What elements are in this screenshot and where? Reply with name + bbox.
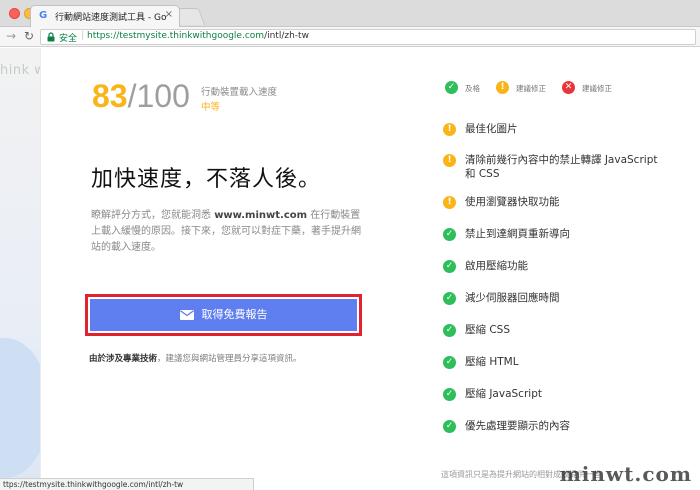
address-bar[interactable]: 安全 | https://testmysite.thinkwithgoogle.… [40, 29, 696, 45]
check-icon: ✓ [443, 420, 456, 433]
close-window-button[interactable] [9, 8, 20, 19]
background-page-edge [0, 48, 50, 490]
rule-label: 壓縮 HTML [465, 356, 519, 368]
speed-score: 83/100 [92, 78, 190, 114]
rule-label: 啟用壓縮功能 [465, 260, 528, 272]
score-value: 83 [92, 78, 128, 114]
check-icon: ✓ [443, 228, 456, 241]
legend-label: 及格 [465, 84, 480, 93]
url-host: https://testmysite.thinkwithgoogle.com [87, 31, 265, 41]
rule-label: 最佳化圖片 [465, 123, 518, 135]
google-favicon-icon: G [39, 10, 48, 21]
tab-title: 行動網站速度測試工具 - Google [55, 13, 167, 23]
rule-label: 減少伺服器回應時間 [465, 292, 560, 304]
exclamation-icon: ! [443, 196, 456, 209]
url-separator: | [81, 30, 85, 41]
check-icon: ✓ [445, 81, 458, 94]
exclamation-icon: ! [443, 154, 456, 167]
status-bar-url: ttps://testmysite.thinkwithgoogle.com/in… [0, 478, 254, 490]
legend-label: 建議修正 [516, 84, 546, 93]
description-site: www.minwt.com [214, 210, 308, 221]
check-icon: ✓ [443, 388, 456, 401]
score-total: /100 [127, 78, 190, 114]
rule-label: 優先處理要顯示的內容 [465, 420, 570, 432]
lock-icon [47, 32, 55, 42]
rule-label: 使用瀏覽器快取功能 [465, 196, 560, 208]
x-icon: ✕ [562, 81, 575, 94]
cta-highlight-frame: 取得免費報告 [85, 294, 362, 336]
description-before: 瞭解評分方式，您就能洞悉 [91, 210, 215, 221]
secure-label: 安全 [59, 34, 78, 44]
check-icon: ✓ [443, 292, 456, 305]
rule-label: 壓縮 CSS [465, 324, 510, 336]
headline: 加快速度，不落人後。 [91, 167, 322, 192]
exclamation-icon: ! [496, 81, 509, 94]
check-icon: ✓ [443, 324, 456, 337]
check-icon: ✓ [443, 260, 456, 273]
reload-icon[interactable]: ↻ [24, 29, 34, 43]
rule-label: 禁止到達網頁重新導向 [465, 228, 570, 240]
score-label: 行動裝置載入速度 [201, 87, 278, 98]
check-icon: ✓ [443, 356, 456, 369]
note-text: 由於涉及專業技術，建議您與網站管理員分享這項資訊。 [89, 352, 302, 364]
watermark-logo: minwt.com [559, 462, 692, 486]
legend-label: 建議修正 [582, 84, 612, 93]
browser-tab[interactable]: G 行動網站速度測試工具 - Google × [30, 5, 180, 27]
tab-close-icon[interactable]: × [165, 9, 173, 20]
exclamation-icon: ! [443, 123, 456, 136]
rule-label: 壓縮 JavaScript [465, 388, 542, 400]
tab-bar: G 行動網站速度測試工具 - Google × [0, 0, 700, 27]
url-path: /intl/zh-tw [264, 31, 309, 41]
score-grade: 中等 [201, 102, 221, 113]
cta-label: 取得免費報告 [201, 308, 268, 321]
background-partial-text: hink w [0, 63, 46, 78]
note-rest: ，建議您與網站管理員分享這項資訊。 [157, 354, 302, 364]
speed-report-modal: 83/100 行動裝置載入速度 中等 加快速度，不落人後。 瞭解評分方式，您就能… [40, 48, 700, 490]
url-text[interactable]: https://testmysite.thinkwithgoogle.com/i… [87, 31, 309, 41]
rule-label: 清除前幾行內容中的禁止轉譯 JavaScript [465, 154, 658, 166]
forward-arrow-icon[interactable]: → [6, 29, 16, 43]
get-free-report-button[interactable]: 取得免費報告 [90, 299, 357, 331]
description: 瞭解評分方式，您就能洞悉 www.minwt.com 在行動裝置上載入緩慢的原因… [91, 208, 361, 256]
rule-label-line2: 和 CSS [465, 168, 500, 180]
browser-toolbar: → ↻ 安全 | https://testmysite.thinkwithgoo… [0, 27, 700, 47]
mail-icon [179, 310, 194, 320]
browser-window: G 行動網站速度測試工具 - Google × → ↻ 安全 | https:/… [0, 0, 700, 490]
note-bold: 由於涉及專業技術 [89, 354, 158, 364]
